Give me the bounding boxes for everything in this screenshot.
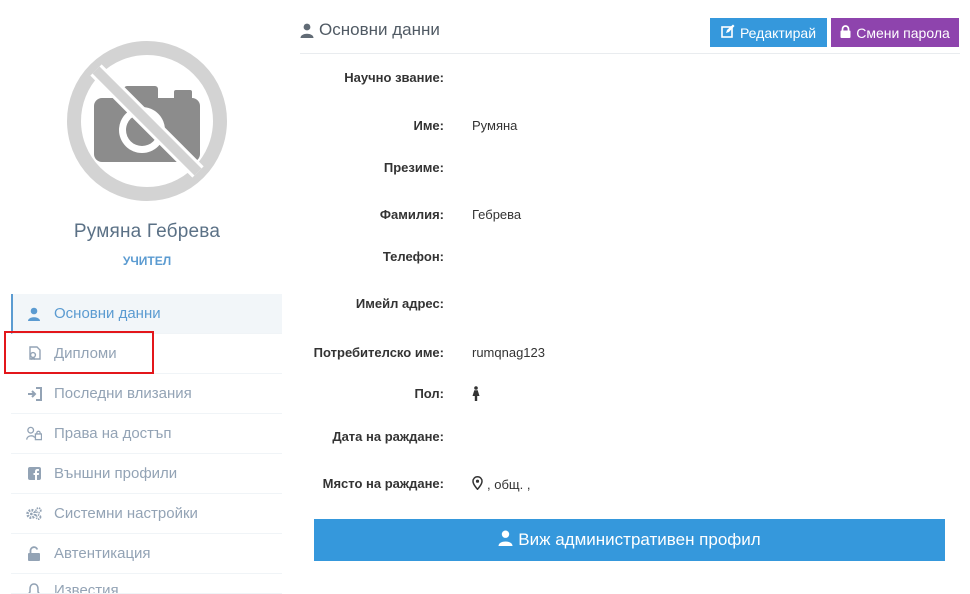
sidebar-item-basic-data[interactable]: Основни данни — [11, 294, 282, 334]
female-icon — [472, 386, 480, 404]
field-row-phone: Телефон: — [300, 249, 960, 269]
field-value: Румяна — [472, 118, 518, 133]
no-photo-icon — [67, 41, 227, 201]
section-header: Основни данни Редактирай Смени парола — [300, 0, 960, 54]
profile-name: Румяна Гебрева — [73, 221, 221, 242]
sidebar-item-access-rights[interactable]: Права на достъп — [11, 414, 282, 454]
sidebar-item-diplomas[interactable]: Дипломи — [11, 334, 282, 374]
unlock-icon — [26, 546, 42, 562]
field-value — [472, 386, 480, 404]
sidebar-item-notifications[interactable]: Известия — [11, 574, 282, 594]
user-icon — [498, 530, 513, 551]
field-label: Имейл адрес: — [355, 296, 444, 311]
sidebar-item-label: Дипломи — [54, 345, 117, 362]
field-label: Място на раждане: — [322, 476, 444, 491]
field-label: Име: — [413, 118, 444, 133]
field-label: Презиме: — [383, 160, 444, 175]
cogs-icon — [26, 506, 42, 522]
field-value: rumqnag123 — [472, 345, 545, 360]
field-row-title: Научно звание: — [300, 70, 960, 90]
edit-button[interactable]: Редактирай — [710, 18, 827, 47]
lock-icon — [840, 24, 851, 41]
sidebar-nav: Основни данни Дипломи Последни влизания … — [11, 294, 282, 594]
field-label: Научно звание: — [344, 70, 444, 85]
user-icon — [300, 23, 314, 38]
field-label: Дата на раждане: — [332, 429, 444, 444]
sidebar-item-label: Основни данни — [54, 305, 161, 322]
main-content: Основни данни Редактирай Смени парола На… — [300, 0, 960, 589]
field-row-middle-name: Презиме: — [300, 160, 960, 180]
edit-icon — [721, 24, 735, 41]
edit-button-label: Редактирай — [739, 24, 817, 41]
sidebar-item-label: Известия — [54, 582, 119, 594]
view-admin-profile-button[interactable]: Виж административен профил — [314, 519, 945, 561]
field-row-gender: Пол: — [300, 386, 960, 406]
change-password-button[interactable]: Смени парола — [831, 18, 959, 47]
sidebar-item-authentication[interactable]: Автентикация — [11, 534, 282, 574]
user-lock-icon — [26, 426, 42, 442]
sidebar-item-label: Системни настройки — [54, 505, 198, 522]
sign-in-icon — [26, 386, 42, 402]
bell-icon — [26, 582, 42, 593]
field-label: Телефон: — [382, 249, 444, 264]
sidebar-item-system-settings[interactable]: Системни настройки — [11, 494, 282, 534]
sidebar-item-external-profiles[interactable]: Външни профили — [11, 454, 282, 494]
sidebar-item-label: Автентикация — [54, 545, 151, 562]
sidebar: Румяна Гебрева УЧИТЕЛ Основни данни Дипл… — [0, 0, 290, 594]
view-admin-profile-label: Виж административен профил — [518, 530, 761, 549]
birth-place-text: , общ. , — [487, 477, 531, 492]
field-row-birth-date: Дата на раждане: — [300, 429, 960, 449]
field-label: Пол: — [414, 386, 444, 401]
field-row-last-name: Фамилия: Гебрева — [300, 207, 960, 227]
certificate-icon — [26, 346, 42, 362]
sidebar-item-label: Последни влизания — [54, 385, 192, 402]
page-title: Основни данни — [300, 20, 440, 40]
sidebar-item-label: Външни профили — [54, 465, 178, 482]
field-row-email: Имейл адрес: — [300, 296, 960, 316]
field-label: Потребителско име: — [313, 345, 444, 360]
field-label: Фамилия: — [379, 207, 444, 222]
sidebar-item-last-logins[interactable]: Последни влизания — [11, 374, 282, 414]
user-icon — [26, 306, 42, 322]
map-marker-icon — [472, 476, 483, 493]
field-row-first-name: Име: Румяна — [300, 118, 960, 138]
facebook-icon — [26, 466, 42, 482]
page-title-text: Основни данни — [319, 20, 440, 39]
field-row-birth-place: Място на раждане: , общ. , — [300, 476, 960, 496]
field-row-username: Потребителско име: rumqnag123 — [300, 345, 960, 365]
sidebar-item-label: Права на достъп — [54, 425, 172, 442]
field-value: Гебрева — [472, 207, 522, 222]
change-password-label: Смени парола — [856, 24, 950, 41]
field-value: , общ. , — [472, 476, 530, 493]
